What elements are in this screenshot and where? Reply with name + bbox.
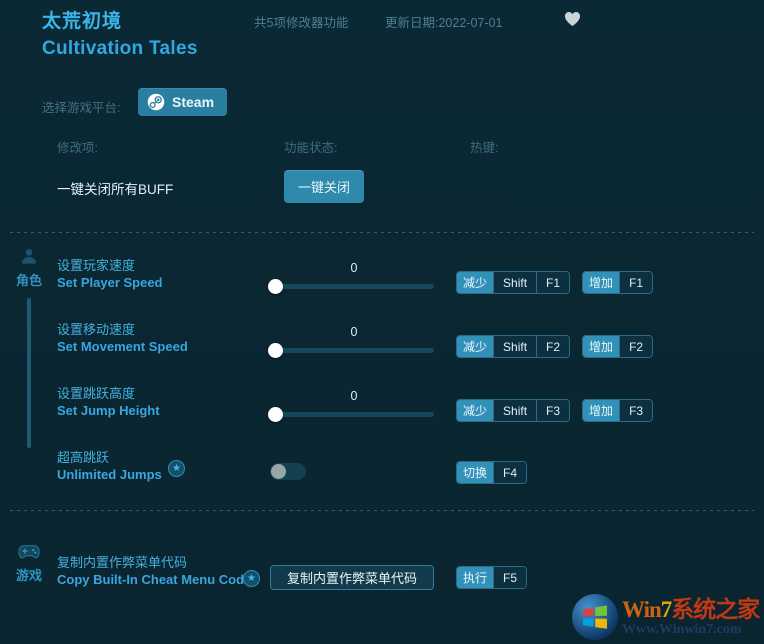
hotkey-action: 减少 bbox=[457, 336, 494, 357]
row-copy-cheat-code: 复制内置作弊菜单代码 Copy Built-In Cheat Menu Code… bbox=[0, 544, 764, 614]
row-label-en: Set Player Speed bbox=[57, 275, 163, 290]
hotkey-action: 执行 bbox=[457, 567, 494, 588]
hotkey-increase-movement-speed[interactable]: 增加 F2 bbox=[582, 335, 654, 358]
star-icon[interactable]: ★ bbox=[168, 460, 185, 477]
hotkeys-copy-cheat-code: 执行 F5 bbox=[456, 566, 539, 589]
row-label-cn: 设置移动速度 bbox=[57, 322, 136, 337]
hotkey-key: F1 bbox=[619, 272, 653, 293]
update-date: 更新日期:2022-07-01 bbox=[385, 16, 503, 30]
hotkeys-movement-speed: 减少 Shift F2 增加 F2 bbox=[456, 335, 665, 358]
header: 太荒初境 共5项修改器功能 更新日期:2022-07-01 Cultivatio… bbox=[0, 0, 764, 80]
close-all-buffs-button[interactable]: 一键关闭 bbox=[284, 170, 364, 203]
hotkey-key: F5 bbox=[493, 567, 527, 588]
hotkey-increase-jump-height[interactable]: 增加 F3 bbox=[582, 399, 654, 422]
row-set-jump-height: 设置跳跃高度 Set Jump Height 0 减少 Shift F3 增加 … bbox=[0, 379, 764, 443]
copy-cheat-code-button[interactable]: 复制内置作弊菜单代码 bbox=[270, 565, 435, 590]
steam-icon bbox=[147, 93, 165, 111]
hotkey-key: Shift bbox=[493, 400, 537, 421]
buff-row-label: 一键关闭所有BUFF bbox=[57, 182, 174, 197]
hotkey-decrease-movement-speed[interactable]: 减少 Shift F2 bbox=[456, 335, 571, 358]
toggle-knob bbox=[271, 464, 286, 479]
row-label-group: 设置玩家速度 Set Player Speed bbox=[57, 257, 257, 291]
feature-count: 共5项修改器功能 bbox=[254, 16, 349, 30]
row-label-cn: 设置玩家速度 bbox=[57, 258, 136, 273]
hotkey-increase-player-speed[interactable]: 增加 F1 bbox=[582, 271, 654, 294]
hotkey-key: F4 bbox=[493, 462, 527, 483]
row-label-en: Set Movement Speed bbox=[57, 339, 188, 354]
slider-knob[interactable] bbox=[268, 343, 283, 358]
slider-movement-speed[interactable]: 0 bbox=[268, 325, 438, 358]
slider-track[interactable] bbox=[268, 407, 434, 422]
hotkey-execute-copy-cheat-code[interactable]: 执行 F5 bbox=[456, 566, 528, 589]
column-headers: 修改项: 功能状态: 热键: bbox=[0, 137, 764, 159]
hotkey-action: 减少 bbox=[457, 400, 494, 421]
hotkey-action: 增加 bbox=[583, 336, 620, 357]
slider-value: 0 bbox=[350, 261, 358, 275]
hotkey-key: F2 bbox=[619, 336, 653, 357]
slider-knob[interactable] bbox=[268, 407, 283, 422]
row-label-cn: 超高跳跃 bbox=[57, 450, 110, 465]
row-label-en: Copy Built-In Cheat Menu Code bbox=[57, 572, 252, 587]
platform-selector: 选择游戏平台: Steam bbox=[0, 88, 764, 122]
page-title-cn: 太荒初境 bbox=[42, 11, 123, 32]
platform-label: 选择游戏平台: bbox=[42, 101, 121, 115]
section-character: 角色 设置玩家速度 Set Player Speed 0 减少 Shift F1 bbox=[0, 245, 764, 495]
star-icon[interactable]: ★ bbox=[243, 570, 260, 587]
hotkey-action: 增加 bbox=[583, 400, 620, 421]
divider-sections bbox=[10, 510, 754, 511]
hotkeys-player-speed: 减少 Shift F1 增加 F1 bbox=[456, 271, 665, 294]
hotkey-key: Shift bbox=[493, 272, 537, 293]
hotkeys-jump-height: 减少 Shift F3 增加 F3 bbox=[456, 399, 665, 422]
slider-track[interactable] bbox=[268, 279, 434, 294]
favorite-button[interactable] bbox=[562, 9, 582, 29]
hotkey-key: F3 bbox=[619, 400, 653, 421]
slider-player-speed[interactable]: 0 bbox=[268, 261, 438, 294]
page-title-en: Cultivation Tales bbox=[42, 38, 198, 59]
column-header-hotkey: 热键: bbox=[470, 141, 499, 155]
buff-row: 一键关闭所有BUFF 一键关闭 bbox=[0, 170, 764, 210]
divider-top bbox=[10, 232, 754, 233]
slider-track[interactable] bbox=[268, 343, 434, 358]
row-label-group: 设置跳跃高度 Set Jump Height bbox=[57, 385, 257, 419]
slider-value: 0 bbox=[350, 389, 358, 403]
row-label-cn: 复制内置作弊菜单代码 bbox=[57, 555, 188, 570]
hotkey-key: Shift bbox=[493, 336, 537, 357]
slider-jump-height[interactable]: 0 bbox=[268, 389, 438, 422]
hotkey-key: F3 bbox=[536, 400, 570, 421]
row-label-en: Unlimited Jumps bbox=[57, 467, 162, 482]
row-label-en: Set Jump Height bbox=[57, 403, 160, 418]
hotkeys-unlimited-jumps: 切换 F4 bbox=[456, 461, 539, 484]
hotkey-key: F1 bbox=[536, 272, 570, 293]
row-label-group: 复制内置作弊菜单代码 Copy Built-In Cheat Menu Code bbox=[57, 554, 252, 588]
hotkey-toggle-unlimited-jumps[interactable]: 切换 F4 bbox=[456, 461, 528, 484]
column-header-name: 修改项: bbox=[57, 141, 98, 155]
hotkey-decrease-player-speed[interactable]: 减少 Shift F1 bbox=[456, 271, 571, 294]
toggle-unlimited-jumps[interactable] bbox=[270, 463, 306, 480]
row-set-movement-speed: 设置移动速度 Set Movement Speed 0 减少 Shift F2 … bbox=[0, 315, 764, 379]
platform-steam-button[interactable]: Steam bbox=[138, 88, 228, 116]
row-set-player-speed: 设置玩家速度 Set Player Speed 0 减少 Shift F1 增加… bbox=[0, 251, 764, 315]
row-label-cn: 设置跳跃高度 bbox=[57, 386, 136, 401]
heart-icon bbox=[564, 12, 580, 26]
hotkey-action: 减少 bbox=[457, 272, 494, 293]
row-unlimited-jumps: 超高跳跃 Unlimited Jumps ★ 切换 F4 bbox=[0, 443, 764, 507]
section-game: 游戏 复制内置作弊菜单代码 Copy Built-In Cheat Menu C… bbox=[0, 540, 764, 630]
platform-steam-label: Steam bbox=[172, 94, 215, 110]
modifier-window: 太荒初境 共5项修改器功能 更新日期:2022-07-01 Cultivatio… bbox=[0, 0, 764, 644]
column-header-status: 功能状态: bbox=[284, 141, 338, 155]
hotkey-key: F2 bbox=[536, 336, 570, 357]
hotkey-decrease-jump-height[interactable]: 减少 Shift F3 bbox=[456, 399, 571, 422]
hotkey-action: 增加 bbox=[583, 272, 620, 293]
hotkey-action: 切换 bbox=[457, 462, 494, 483]
row-label-group: 设置移动速度 Set Movement Speed bbox=[57, 321, 257, 355]
slider-value: 0 bbox=[350, 325, 358, 339]
row-label-group: 超高跳跃 Unlimited Jumps bbox=[57, 449, 257, 483]
slider-knob[interactable] bbox=[268, 279, 283, 294]
